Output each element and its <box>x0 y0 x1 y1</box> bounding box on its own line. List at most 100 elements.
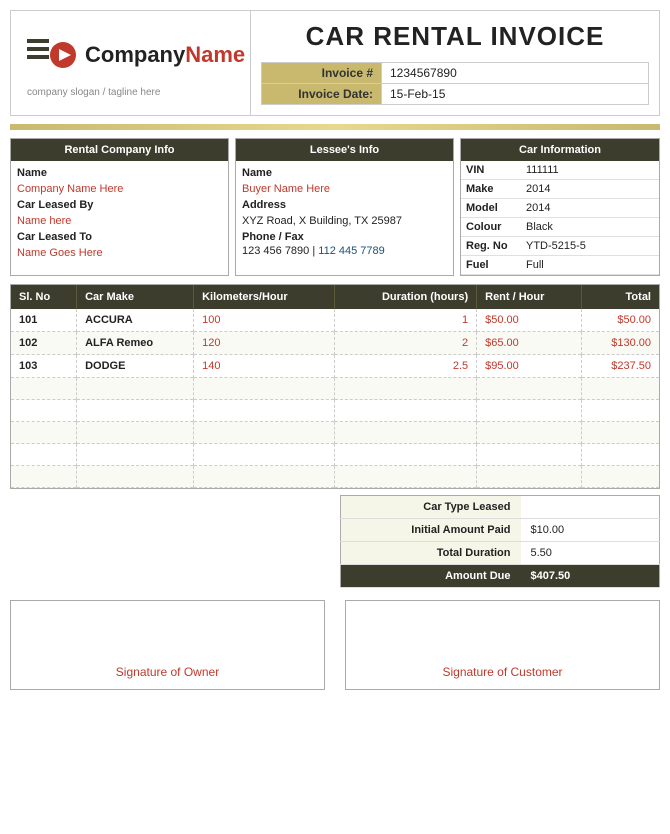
customer-signature-box: Signature of Customer <box>345 600 660 690</box>
car-info-label: VIN <box>461 161 521 180</box>
totals-car-type-value <box>521 496 660 519</box>
rental-leased-by-value: Name here <box>17 215 71 227</box>
logo-section: CompanyName company slogan / tagline her… <box>11 11 251 115</box>
table-cell: 2.5 <box>335 355 477 378</box>
totals-duration-value: 5.50 <box>521 542 660 565</box>
main-table-header-row: Sl. No Car Make Kilometers/Hour Duration… <box>11 285 659 309</box>
lessee-name-label-row: Name <box>242 165 447 179</box>
table-cell-empty <box>477 378 582 400</box>
lessee-phone-value-row: 123 456 7890 | 112 445 7789 <box>242 245 447 257</box>
totals-initial-row: Initial Amount Paid $10.00 <box>341 519 660 542</box>
table-cell-empty <box>335 466 477 488</box>
rental-leased-by-value-row: Name here <box>17 213 222 227</box>
table-cell-empty <box>194 466 335 488</box>
col-total: Total <box>582 285 659 309</box>
main-table-body: 101ACCURA1001$50.00$50.00102ALFA Remeo12… <box>11 309 659 488</box>
table-cell-empty <box>582 400 659 422</box>
totals-initial-label: Initial Amount Paid <box>341 519 521 542</box>
lessee-name-value: Buyer Name Here <box>242 183 330 195</box>
lessee-name-label: Name <box>242 167 272 179</box>
table-cell-empty <box>11 378 77 400</box>
table-cell: $50.00 <box>477 309 582 332</box>
main-table-wrapper: Sl. No Car Make Kilometers/Hour Duration… <box>10 284 660 489</box>
totals-initial-value: $10.00 <box>521 519 660 542</box>
car-info-value: Full <box>521 256 659 275</box>
table-cell-empty <box>194 422 335 444</box>
table-row: 103DODGE1402.5$95.00$237.50 <box>11 355 659 378</box>
company-name-red: Name <box>185 42 245 67</box>
totals-table: Car Type Leased Initial Amount Paid $10.… <box>340 495 660 588</box>
logo-row: CompanyName <box>25 29 245 81</box>
table-cell: $95.00 <box>477 355 582 378</box>
table-cell: 120 <box>194 332 335 355</box>
table-cell-empty <box>477 400 582 422</box>
car-info-label: Colour <box>461 218 521 237</box>
totals-amount-due-row: Amount Due $407.50 <box>341 565 660 588</box>
car-info-value: YTD-5215-5 <box>521 237 659 256</box>
invoice-details-table: Invoice # 1234567890 Invoice Date: 15-Fe… <box>261 62 649 105</box>
table-cell: DODGE <box>77 355 194 378</box>
table-cell-empty <box>335 400 477 422</box>
table-cell: $65.00 <box>477 332 582 355</box>
invoice-number-value: 1234567890 <box>382 63 649 84</box>
car-info-row: FuelFull <box>461 256 659 275</box>
car-info-value: Black <box>521 218 659 237</box>
col-sl-no: Sl. No <box>11 285 77 309</box>
car-info-row: Model2014 <box>461 199 659 218</box>
table-cell-empty <box>582 444 659 466</box>
car-info-value: 2014 <box>521 199 659 218</box>
rental-info-header: Rental Company Info <box>11 139 228 161</box>
main-table-head: Sl. No Car Make Kilometers/Hour Duration… <box>11 285 659 309</box>
rental-name-label-row: Name <box>17 165 222 179</box>
col-car-make: Car Make <box>77 285 194 309</box>
car-info-value: 2014 <box>521 180 659 199</box>
table-cell-empty <box>77 466 194 488</box>
rental-leased-to-label-row: Car Leased To <box>17 229 222 243</box>
signature-section: Signature of Owner Signature of Customer <box>10 600 660 690</box>
company-name-dark: Company <box>85 42 185 67</box>
table-row-empty <box>11 444 659 466</box>
table-cell-empty <box>11 444 77 466</box>
table-cell-empty <box>77 444 194 466</box>
gold-divider <box>10 124 660 130</box>
table-cell: 1 <box>335 309 477 332</box>
totals-amount-due-label: Amount Due <box>341 565 521 588</box>
table-row-empty <box>11 466 659 488</box>
col-rent-hour: Rent / Hour <box>477 285 582 309</box>
car-info-value: 111111 <box>521 161 659 180</box>
table-cell: 103 <box>11 355 77 378</box>
rental-leased-to-value-row: Name Goes Here <box>17 245 222 259</box>
table-cell: $237.50 <box>582 355 659 378</box>
rental-company-info-box: Rental Company Info Name Company Name He… <box>10 138 229 276</box>
table-row: 101ACCURA1001$50.00$50.00 <box>11 309 659 332</box>
main-table: Sl. No Car Make Kilometers/Hour Duration… <box>11 285 659 488</box>
lessee-info-body: Name Buyer Name Here Address XYZ Road, X… <box>236 161 453 263</box>
rental-leased-by-label: Car Leased By <box>17 199 93 211</box>
totals-car-type-row: Car Type Leased <box>341 496 660 519</box>
table-cell-empty <box>194 400 335 422</box>
table-cell: 101 <box>11 309 77 332</box>
rental-info-body: Name Company Name Here Car Leased By Nam… <box>11 161 228 265</box>
lessee-phone-value2: 112 445 7789 <box>318 245 384 257</box>
table-cell: 102 <box>11 332 77 355</box>
car-info-label: Reg. No <box>461 237 521 256</box>
car-info-box: Car Information VIN111111Make2014Model20… <box>460 138 660 276</box>
totals-car-type-label: Car Type Leased <box>341 496 521 519</box>
car-info-label: Model <box>461 199 521 218</box>
table-cell-empty <box>582 422 659 444</box>
table-cell: $50.00 <box>582 309 659 332</box>
lessee-info-header: Lessee's Info <box>236 139 453 161</box>
rental-name-value: Company Name Here <box>17 183 123 195</box>
car-info-header: Car Information <box>461 139 659 161</box>
rental-leased-to-label: Car Leased To <box>17 231 92 243</box>
lessee-address-value-row: XYZ Road, X Building, TX 25987 <box>242 213 447 227</box>
rental-name-label: Name <box>17 167 47 179</box>
car-info-row: ColourBlack <box>461 218 659 237</box>
table-cell-empty <box>77 378 194 400</box>
invoice-title: CAR RENTAL INVOICE <box>306 21 605 52</box>
table-cell: $130.00 <box>582 332 659 355</box>
rental-leased-by-label-row: Car Leased By <box>17 197 222 211</box>
invoice-date-label: Invoice Date: <box>262 84 382 105</box>
company-tagline: company slogan / tagline here <box>27 87 160 98</box>
table-cell-empty <box>477 444 582 466</box>
